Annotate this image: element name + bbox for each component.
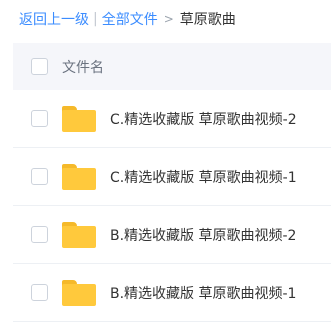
row-checkbox[interactable] [31,168,48,185]
file-name[interactable]: C.精选收藏版 草原歌曲视频-2 [110,109,297,129]
file-name[interactable]: B.精选收藏版 草原歌曲视频-2 [110,225,296,245]
row-checkbox[interactable] [31,110,48,127]
file-name[interactable]: B.精选收藏版 草原歌曲视频-1 [110,283,296,303]
all-files-link[interactable]: 全部文件 [102,9,158,29]
file-list: C.精选收藏版 草原歌曲视频-2 C.精选收藏版 草原歌曲视频-1 B.精选收藏… [13,90,331,322]
row-checkbox[interactable] [31,284,48,301]
back-link[interactable]: 返回上一级 [19,9,89,29]
list-item[interactable]: B.精选收藏版 草原歌曲视频-1 [13,264,331,322]
current-folder: 草原歌曲 [179,12,236,28]
folder-icon [62,105,96,132]
list-item[interactable]: B.精选收藏版 草原歌曲视频-2 [13,206,331,264]
file-list-header: 文件名 [13,43,331,90]
folder-icon [62,163,96,190]
select-all-checkbox[interactable] [31,58,48,75]
breadcrumb: 返回上一级 | 全部文件 > 草原歌曲 [0,0,331,38]
row-checkbox[interactable] [31,226,48,243]
list-item[interactable]: C.精选收藏版 草原歌曲视频-2 [13,90,331,148]
breadcrumb-arrow: > [163,12,174,26]
folder-icon [62,279,96,306]
list-item[interactable]: C.精选收藏版 草原歌曲视频-1 [13,148,331,206]
column-header-filename: 文件名 [62,59,104,76]
folder-icon [62,221,96,248]
file-name[interactable]: C.精选收藏版 草原歌曲视频-1 [110,167,297,187]
breadcrumb-separator: | [93,11,98,27]
